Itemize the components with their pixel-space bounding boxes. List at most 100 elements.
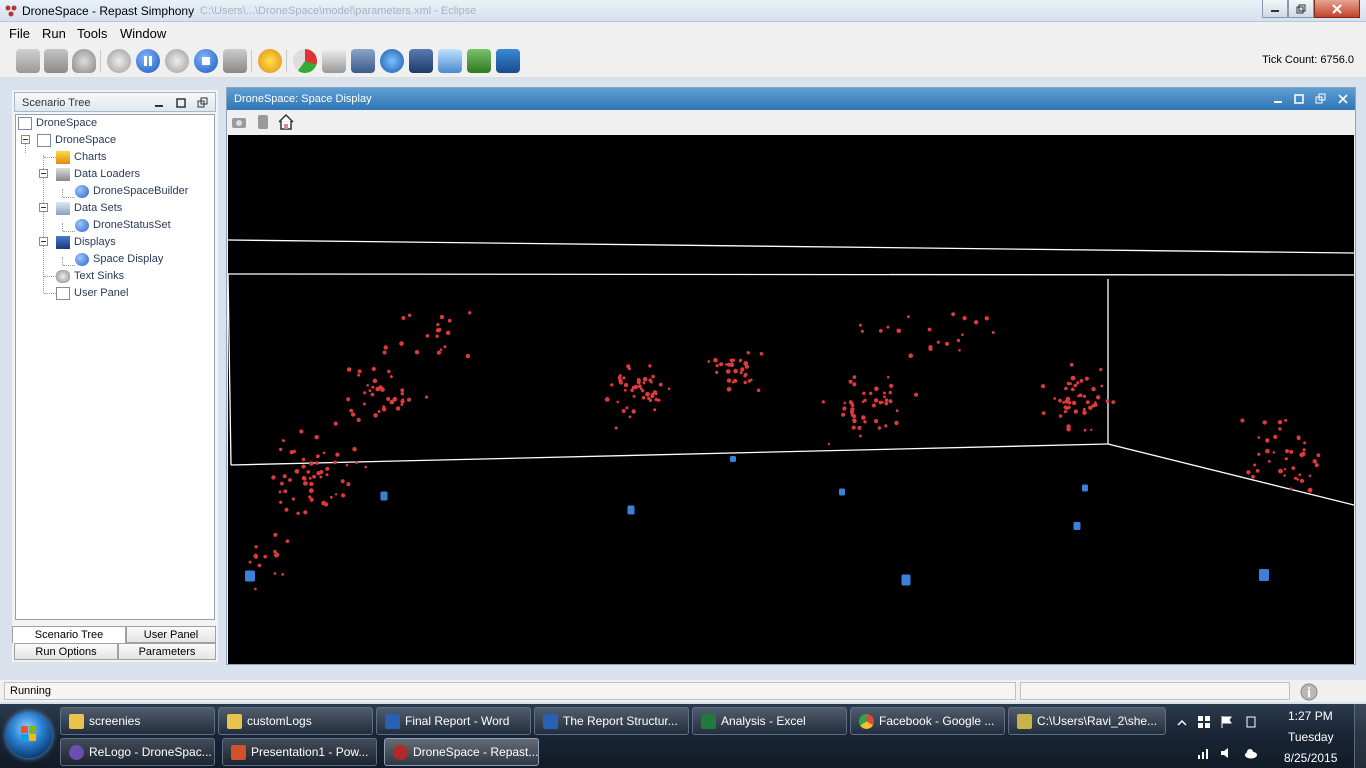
pie-chart-icon[interactable] (293, 49, 317, 73)
taskbar-item-notepad[interactable]: C:\Users\Ravi_2\she... (1008, 707, 1166, 735)
maximize-icon[interactable] (1293, 93, 1305, 105)
show-hidden-icons-icon[interactable] (1175, 716, 1189, 730)
tree-expander[interactable] (39, 237, 48, 246)
close-icon[interactable] (1337, 93, 1349, 105)
tree-node-data-sets[interactable]: Data Sets (56, 200, 122, 216)
network-icon[interactable] (467, 49, 491, 73)
usb-device-icon[interactable] (1244, 715, 1258, 729)
taskbar-item-final-report-word[interactable]: Final Report - Word (376, 707, 531, 735)
minimize-icon[interactable] (153, 97, 165, 109)
particle-dot (1066, 424, 1071, 429)
tree-node-displays[interactable]: Displays (56, 234, 116, 250)
particle-dot (425, 334, 430, 338)
taskbar-item-relogo[interactable]: ReLogo - DroneSpac... (60, 738, 215, 766)
database-icon[interactable] (72, 49, 96, 73)
calculator-icon[interactable] (351, 49, 375, 73)
clock-date[interactable]: 8/25/2015 (1284, 751, 1337, 765)
restore-icon[interactable] (197, 97, 209, 109)
menu-file[interactable]: File (9, 26, 30, 41)
taskbar-item-customlogs[interactable]: customLogs (218, 707, 373, 735)
tree-connector (63, 265, 75, 266)
restore-icon[interactable] (1315, 93, 1327, 105)
taskbar-item-facebook-chrome[interactable]: Facebook - Google ... (850, 707, 1005, 735)
particle-dot (296, 511, 300, 515)
tab-scenario-tree[interactable]: Scenario Tree (12, 626, 126, 643)
start-button[interactable] (6, 712, 52, 758)
particle-dot (862, 391, 866, 395)
menu-window[interactable]: Window (120, 26, 166, 41)
particle-dot (1064, 399, 1069, 404)
globe-icon[interactable] (380, 49, 404, 73)
volume-icon[interactable] (1220, 746, 1234, 760)
particle-dot (861, 415, 866, 420)
tree-expander[interactable] (39, 169, 48, 178)
particle-dot (1314, 463, 1319, 468)
particle-dot (1246, 470, 1251, 475)
clock-day[interactable]: Tuesday (1288, 730, 1334, 744)
taskbar-item-report-structure-word[interactable]: The Report Structur... (534, 707, 689, 735)
tree-node-dronestatusset[interactable]: DroneStatusSet (75, 217, 171, 233)
tree-node-user-panel[interactable]: User Panel (56, 285, 128, 301)
maximize-icon[interactable] (175, 97, 187, 109)
save-icon[interactable] (44, 49, 68, 73)
tab-user-panel[interactable]: User Panel (126, 626, 216, 643)
particle-dot (739, 358, 743, 362)
tree-node-dronespace[interactable]: DroneSpace (37, 132, 116, 148)
initialize-icon[interactable] (107, 49, 131, 73)
tree-node-data-loaders[interactable]: Data Loaders (56, 166, 140, 182)
signal-bars-icon[interactable] (1197, 746, 1211, 760)
pause-icon[interactable] (136, 49, 160, 73)
restore-button[interactable] (1288, 0, 1314, 18)
windows-flag-icon[interactable] (1197, 715, 1211, 729)
space-display-canvas[interactable] (228, 135, 1354, 664)
particle-dot (439, 314, 445, 320)
cloud-icon[interactable] (1244, 746, 1258, 760)
particle-dot (859, 323, 862, 327)
taskbar-label: Presentation1 - Pow... (251, 745, 369, 759)
particle-dot (715, 370, 719, 374)
reset-icon[interactable] (223, 49, 247, 73)
particle-dot (1068, 382, 1072, 386)
tree-expander[interactable] (39, 203, 48, 212)
particle-dot (883, 395, 886, 399)
tree-label: DroneSpace (36, 117, 98, 129)
home-icon[interactable] (277, 113, 295, 131)
movie-icon[interactable] (255, 114, 271, 130)
tree-node-charts[interactable]: Charts (56, 149, 106, 165)
menu-tools[interactable]: Tools (77, 26, 107, 41)
particle-dot (1083, 428, 1087, 432)
tree-node-space-display[interactable]: Space Display (75, 251, 163, 267)
load-model-icon[interactable] (16, 49, 40, 73)
settings-icon[interactable] (322, 49, 346, 73)
show-desktop-button[interactable] (1354, 704, 1366, 768)
particle-dot (1040, 384, 1046, 389)
lightning-icon[interactable] (258, 49, 282, 73)
tab-parameters[interactable]: Parameters (118, 643, 216, 660)
stop-icon[interactable] (194, 49, 218, 73)
tree-label: DroneStatusSet (93, 219, 171, 231)
minimize-button[interactable] (1262, 0, 1288, 18)
taskbar-item-powerpoint[interactable]: Presentation1 - Pow... (222, 738, 377, 766)
tree-node-root[interactable]: DroneSpace (18, 115, 97, 131)
taskbar-item-analysis-excel[interactable]: Analysis - Excel (692, 707, 847, 735)
camera-icon[interactable] (231, 114, 247, 130)
magnifier-icon[interactable] (438, 49, 462, 73)
taskbar-item-screenies[interactable]: screenies (60, 707, 215, 735)
tractor-icon[interactable] (409, 49, 433, 73)
info-icon[interactable] (1299, 682, 1319, 702)
clock-time[interactable]: 1:27 PM (1288, 709, 1333, 723)
tree-node-dronespacebuilder[interactable]: DroneSpaceBuilder (75, 183, 188, 199)
menu-run[interactable]: Run (42, 26, 66, 41)
particle-dot (1289, 449, 1294, 454)
close-button[interactable] (1314, 0, 1360, 18)
step-icon[interactable] (165, 49, 189, 73)
particle-dot (414, 350, 420, 355)
tree-node-text-sinks[interactable]: Text Sinks (56, 268, 124, 284)
minimize-icon[interactable] (1272, 93, 1284, 105)
action-center-flag-icon[interactable] (1220, 715, 1234, 729)
folder-icon (69, 714, 84, 729)
tree-expander[interactable] (21, 135, 30, 144)
grid-chart-icon[interactable] (496, 49, 520, 73)
tab-run-options[interactable]: Run Options (14, 643, 118, 660)
taskbar-item-dronespace-repast[interactable]: DroneSpace - Repast... (384, 738, 539, 766)
